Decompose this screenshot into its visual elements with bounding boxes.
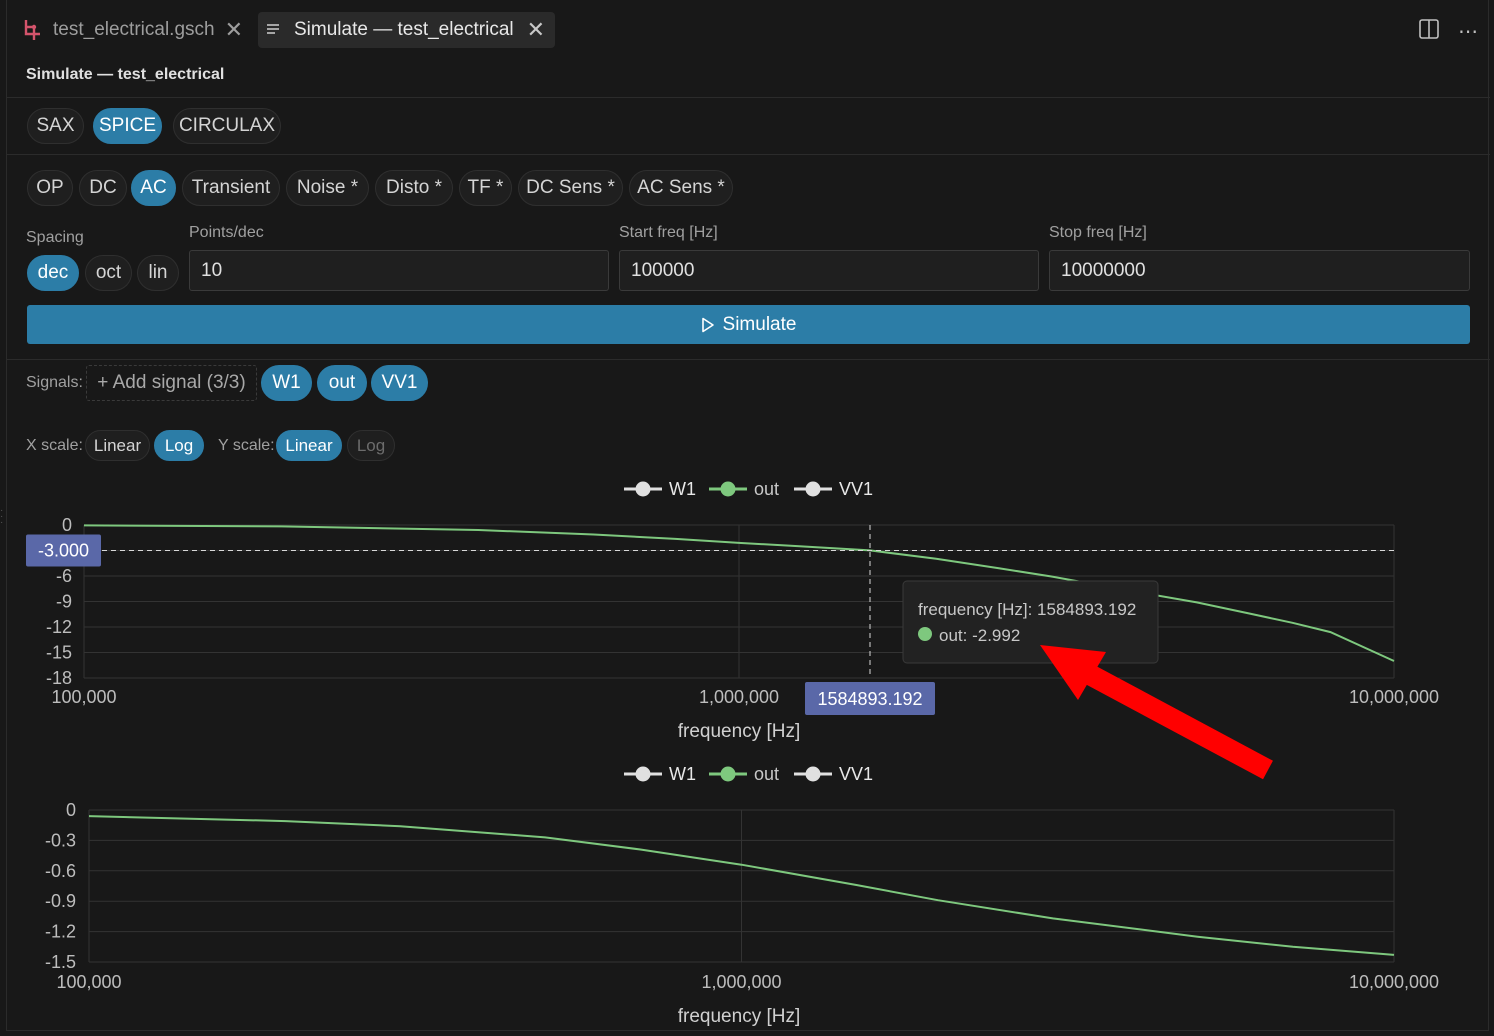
legend-entry: W1 — [669, 764, 696, 784]
legend-entry: out — [754, 479, 779, 499]
charts-area: 0-3-6-9-12-15-18100,0001,000,00010,000,0… — [26, 479, 1439, 1027]
legend-entry: VV1 — [839, 479, 873, 499]
line-chart-2: 0 -0.3 -0.6 -0.9 -1.2 -1.5100,000 1,000,000 10,… — [45, 764, 1439, 1027]
crosshair-y-value: -3.000 — [38, 541, 89, 561]
tooltip-entry: out: -2.992 — [939, 626, 1020, 645]
y-tick-label: -1.2 — [45, 922, 76, 942]
y-tick-label: -6 — [56, 566, 72, 586]
y-tick-label: 0 — [62, 515, 72, 535]
y-tick-label: -0.9 — [45, 891, 76, 911]
legend-entry: W1 — [669, 479, 696, 499]
legend-swatch-marker — [805, 766, 821, 782]
x-axis-label: frequency [Hz] — [678, 721, 801, 742]
y-tick-label: 0 — [66, 800, 76, 820]
y-tick-label: -0.3 — [45, 830, 76, 850]
tooltip-series-dot — [918, 627, 932, 641]
x-tick-label: 10,000,000 — [1349, 972, 1439, 992]
x-tick-label: 1,000,000 — [699, 687, 779, 707]
x-tick-label: 100,000 — [51, 687, 116, 707]
annotation-arrow — [1040, 645, 1273, 780]
tooltip-title: frequency [Hz]: 1584893.192 — [918, 600, 1136, 619]
legend-swatch-marker — [720, 481, 736, 497]
y-tick-label: -0.6 — [45, 861, 76, 881]
legend-swatch-marker — [720, 766, 736, 782]
y-tick-label: -9 — [56, 592, 72, 612]
tooltip-box — [902, 580, 1159, 664]
y-tick-label: -18 — [46, 668, 72, 688]
y-tick-label: -15 — [46, 643, 72, 663]
legend-entry: out — [754, 764, 779, 784]
x-axis-label: frequency [Hz] — [678, 1006, 801, 1027]
legend-swatch-marker — [805, 481, 821, 497]
y-tick-label: -1.5 — [45, 952, 76, 972]
legend-swatch-marker — [635, 766, 651, 782]
y-tick-label: -12 — [46, 617, 72, 637]
legend-entry: VV1 — [839, 764, 873, 784]
annotation-arrow-shaft — [1080, 662, 1273, 780]
x-tick-label: 100,000 — [56, 972, 121, 992]
x-tick-label: 1,000,000 — [701, 972, 781, 992]
line-chart-1: 0-3-6-9-12-15-18100,0001,000,00010,000,0… — [26, 479, 1439, 742]
legend-swatch-marker — [635, 481, 651, 497]
crosshair-x-value: 1584893.192 — [817, 689, 922, 709]
x-tick-label: 10,000,000 — [1349, 687, 1439, 707]
